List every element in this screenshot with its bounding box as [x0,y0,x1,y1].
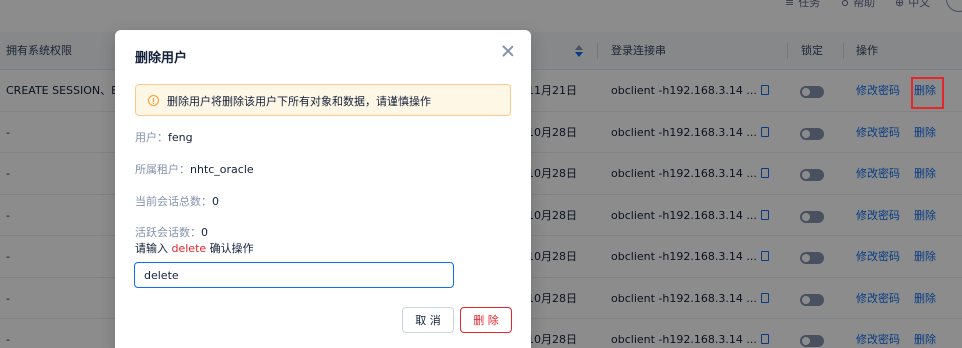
user-label: 用户： [135,131,168,144]
warning-alert: 删除用户将删除该用户下所有对象和数据，请谨慎操作 [135,84,511,116]
close-icon[interactable] [500,43,516,59]
user-value: feng [168,131,193,144]
confirm-input[interactable] [134,262,454,288]
confirm-keyword: delete [171,242,207,255]
warning-text: 删除用户将删除该用户下所有对象和数据，请谨慎操作 [167,95,431,108]
sessions-row: 当前会话总数：0 [135,193,219,209]
user-row: 用户：feng [135,129,193,145]
tenant-row: 所属租户：nhtc_oracle [135,161,254,177]
modal-title: 删除用户 [135,51,188,66]
sessions-value: 0 [212,195,219,208]
confirm-suffix: 确认操作 [206,242,254,255]
confirm-prefix: 请输入 [135,242,172,255]
confirm-prompt: 请输入 delete 确认操作 [135,240,254,256]
active-sessions-row: 活跃会话数：0 [135,224,208,240]
delete-user-modal: 删除用户 删除用户将删除该用户下所有对象和数据，请谨慎操作 用户：feng 所属… [115,30,531,348]
warning-icon [148,95,159,106]
active-sessions-label: 活跃会话数： [135,226,201,239]
active-sessions-value: 0 [201,226,208,239]
sessions-label: 当前会话总数： [135,195,212,208]
tenant-label: 所属租户： [135,163,190,176]
delete-button[interactable]: 删 除 [460,307,512,333]
cancel-button[interactable]: 取 消 [402,307,454,333]
tenant-value: nhtc_oracle [190,163,254,176]
